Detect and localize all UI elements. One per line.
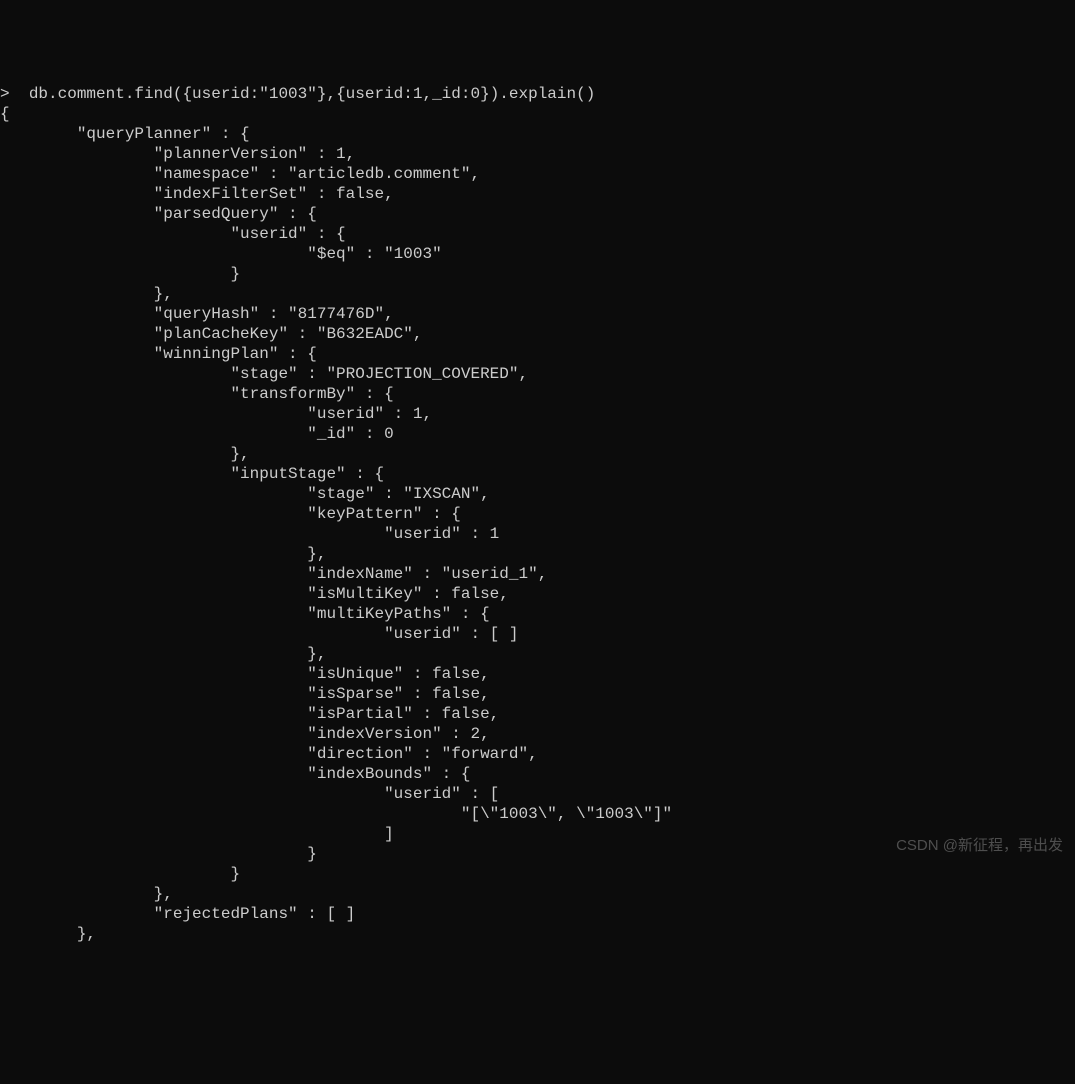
output-line: "indexName" : "userid_1", [0, 565, 547, 583]
output-line: }, [0, 285, 173, 303]
output-line: "rejectedPlans" : [ ] [0, 905, 355, 923]
output-line: } [0, 265, 240, 283]
output-line: { [0, 105, 10, 123]
output-line: "userid" : 1 [0, 525, 499, 543]
output-line: "indexFilterSet" : false, [0, 185, 394, 203]
output-line: "winningPlan" : { [0, 345, 317, 363]
output-line: }, [0, 545, 326, 563]
output-line: "$eq" : "1003" [0, 245, 442, 263]
output-line: "namespace" : "articledb.comment", [0, 165, 480, 183]
output-line: }, [0, 925, 96, 943]
output-line: "userid" : [ [0, 785, 499, 803]
output-line: "isMultiKey" : false, [0, 585, 509, 603]
output-line: "transformBy" : { [0, 385, 394, 403]
output-line: "indexBounds" : { [0, 765, 470, 783]
output-line: } [0, 845, 317, 863]
output-line: "_id" : 0 [0, 425, 394, 443]
output-line: "direction" : "forward", [0, 745, 538, 763]
output-line: "isUnique" : false, [0, 665, 490, 683]
output-line: }, [0, 445, 250, 463]
output-line: "keyPattern" : { [0, 505, 461, 523]
output-line: "inputStage" : { [0, 465, 384, 483]
output-line: "stage" : "PROJECTION_COVERED", [0, 365, 528, 383]
output-line: }, [0, 885, 173, 903]
output-line: ] [0, 825, 394, 843]
output-line: "indexVersion" : 2, [0, 725, 490, 743]
output-line: "queryPlanner" : { [0, 125, 250, 143]
output-line: "userid" : 1, [0, 405, 432, 423]
output-line: } [0, 865, 240, 883]
output-line: "stage" : "IXSCAN", [0, 485, 490, 503]
output-line: "planCacheKey" : "B632EADC", [0, 325, 422, 343]
output-line: }, [0, 645, 326, 663]
output-line: "userid" : [ ] [0, 625, 518, 643]
command-text: db.comment.find({userid:"1003"},{userid:… [29, 85, 596, 103]
output-line: "plannerVersion" : 1, [0, 145, 355, 163]
prompt-char: > [0, 85, 10, 103]
output-line: "parsedQuery" : { [0, 205, 317, 223]
watermark-text: CSDN @新征程，再出发 [896, 837, 1063, 856]
output-line: "isPartial" : false, [0, 705, 499, 723]
output-line: "queryHash" : "8177476D", [0, 305, 394, 323]
terminal-output[interactable]: > db.comment.find({userid:"1003"},{useri… [0, 84, 1075, 944]
output-line: "[\"1003\", \"1003\"]" [0, 805, 672, 823]
output-line: "multiKeyPaths" : { [0, 605, 490, 623]
output-line: "isSparse" : false, [0, 685, 490, 703]
output-line: "userid" : { [0, 225, 346, 243]
